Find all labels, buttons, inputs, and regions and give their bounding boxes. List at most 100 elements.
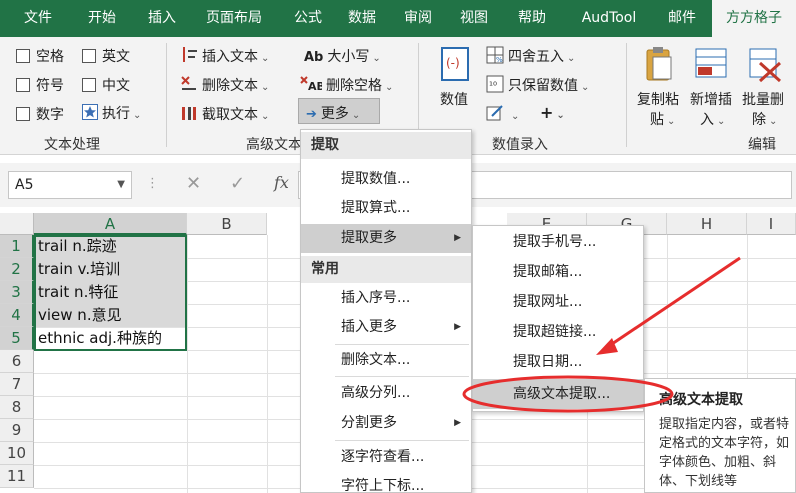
- tab-review[interactable]: 审阅: [390, 0, 446, 37]
- tab-formulas[interactable]: 公式: [280, 0, 336, 37]
- keep-value-icon: ¹⁰: [486, 75, 504, 97]
- delete-text-icon: [180, 75, 198, 97]
- drag-handle-icon[interactable]: ⋮: [146, 176, 159, 191]
- row-header-11[interactable]: 11: [0, 465, 34, 488]
- copy-paste-button[interactable]: [644, 45, 674, 87]
- tab-home[interactable]: 开始: [74, 0, 130, 37]
- row-header-4[interactable]: 4: [0, 304, 34, 327]
- row-header-3[interactable]: 3: [0, 281, 34, 304]
- row-header-1[interactable]: 1: [0, 235, 34, 258]
- delete-space-label: 删除空格: [326, 78, 382, 94]
- plus-button[interactable]: + ⌄: [540, 103, 565, 122]
- tab-page-layout[interactable]: 页面布局: [192, 0, 276, 37]
- dropdown-arrow-icon[interactable]: ▼: [117, 172, 125, 198]
- tab-data[interactable]: 数据: [334, 0, 390, 37]
- tab-audtool[interactable]: AudTool: [566, 0, 652, 37]
- check-icon[interactable]: ✓: [230, 173, 245, 194]
- chevron-down-icon: ⌄: [351, 110, 361, 121]
- star-icon: [82, 104, 98, 124]
- chinese-checkbox[interactable]: [82, 78, 96, 92]
- plus-label: +: [540, 103, 554, 122]
- column-header-h[interactable]: H: [667, 213, 747, 235]
- insert-text-button[interactable]: 插入文本 ⌄: [180, 46, 269, 68]
- insert-function-button[interactable]: fx: [274, 173, 289, 192]
- cut-text-button[interactable]: 截取文本 ⌄: [180, 104, 269, 126]
- new-insert-button[interactable]: [694, 45, 730, 87]
- column-header-b[interactable]: B: [187, 213, 267, 235]
- delete-text-label: 删除文本: [202, 78, 258, 94]
- insert-row-icon: [695, 48, 727, 78]
- batch-delete-icon: [749, 48, 782, 83]
- space-label: 空格: [36, 49, 64, 65]
- column-header-i[interactable]: I: [747, 213, 796, 235]
- submenu-item-extract-url[interactable]: 提取网址...: [473, 287, 643, 317]
- submenu-item-extract-date[interactable]: 提取日期...: [473, 347, 643, 377]
- menu-item-char-view[interactable]: 逐字符查看...: [301, 443, 471, 472]
- menu-section-extract: 提取: [301, 132, 471, 159]
- row-header-10[interactable]: 10: [0, 442, 34, 465]
- ribbon-tab-bar: 文件 开始 插入 页面布局 公式 数据 审阅 视图 帮助 AudTool 邮件 …: [0, 0, 796, 38]
- menu-item-split-more[interactable]: 分割更多 ▶: [301, 409, 471, 438]
- english-checkbox[interactable]: [82, 49, 96, 63]
- tab-file[interactable]: 文件: [10, 0, 66, 37]
- symbol-checkbox[interactable]: [16, 78, 30, 92]
- batch-delete-label-2: 除 ⌄: [752, 109, 777, 129]
- keep-value-button[interactable]: ¹⁰ 只保留数值 ⌄: [486, 75, 589, 97]
- tab-view[interactable]: 视图: [446, 0, 502, 37]
- case-button[interactable]: Ab 大小写 ⌄: [304, 46, 381, 66]
- chevron-down-icon: ⌄: [717, 116, 726, 127]
- tab-help[interactable]: 帮助: [502, 0, 562, 37]
- adv-group-label: 高级文本: [246, 137, 302, 153]
- menu-item-insert-more[interactable]: 插入更多 ▶: [301, 313, 471, 342]
- menu-item-char-sub[interactable]: 字符上下标...: [301, 472, 471, 493]
- number-checkbox[interactable]: [16, 107, 30, 121]
- case-label: 大小写: [327, 49, 370, 65]
- tab-fangfang[interactable]: 方方格子: [712, 0, 796, 38]
- cancel-x-icon[interactable]: ✕: [186, 173, 201, 194]
- menu-item-extract-formula[interactable]: 提取算式...: [301, 194, 471, 223]
- split-more-label: 分割更多: [341, 415, 397, 431]
- name-box[interactable]: A5 ▼: [8, 171, 132, 199]
- round-button[interactable]: % 四舍五入 ⌄: [486, 46, 575, 68]
- row-header-9[interactable]: 9: [0, 419, 34, 442]
- insert-more-label: 插入更多: [341, 319, 397, 335]
- chinese-label: 中文: [102, 78, 130, 94]
- row-header-7[interactable]: 7: [0, 373, 34, 396]
- chevron-down-icon: ⌄: [372, 53, 381, 64]
- row-header-2[interactable]: 2: [0, 258, 34, 281]
- tooltip: 高级文本提取 提取指定内容，或者特定格式的文本字符，如字体颜色、加粗、斜体、下划…: [644, 378, 796, 493]
- column-header-a[interactable]: A: [34, 213, 187, 235]
- delete-text-button[interactable]: 删除文本 ⌄: [180, 75, 269, 97]
- chevron-down-icon: ⌄: [133, 110, 142, 121]
- submenu-item-extract-hyperlink[interactable]: 提取超链接...: [473, 317, 643, 347]
- delete-space-button[interactable]: AB 删除空格 ⌄: [300, 75, 393, 96]
- execute-button[interactable]: 执行 ⌄: [82, 103, 141, 124]
- menu-item-extract-value[interactable]: 提取数值...: [301, 165, 471, 194]
- menu-item-adv-split[interactable]: 高级分列...: [301, 379, 471, 408]
- menu-item-delete-text[interactable]: 删除文本...: [301, 346, 471, 375]
- chevron-down-icon: ⌄: [567, 53, 576, 64]
- menu-item-insert-serial[interactable]: 插入序号...: [301, 284, 471, 313]
- tab-mail[interactable]: 邮件: [654, 0, 710, 37]
- submenu-item-extract-email[interactable]: 提取邮箱...: [473, 257, 643, 287]
- select-all-corner[interactable]: [0, 213, 34, 235]
- grid-line: [187, 235, 188, 493]
- more-button-content[interactable]: ➔ 更多 ⌄: [306, 103, 360, 123]
- submenu-item-extract-phone[interactable]: 提取手机号...: [473, 227, 643, 257]
- submenu-item-adv-text-extract[interactable]: 高级文本提取...: [473, 379, 643, 409]
- value-icon: (-): [441, 47, 469, 81]
- more-label: 更多: [320, 106, 349, 122]
- space-checkbox[interactable]: [16, 49, 30, 63]
- tab-insert[interactable]: 插入: [134, 0, 190, 37]
- row-header-6[interactable]: 6: [0, 350, 34, 373]
- symbol-label: 符号: [36, 78, 64, 94]
- insert-text-icon: [180, 46, 198, 68]
- row-header-8[interactable]: 8: [0, 396, 34, 419]
- menu-item-extract-more[interactable]: 提取更多 ▶: [301, 224, 471, 253]
- fill-button[interactable]: ⌄: [486, 104, 519, 126]
- edit-group-label: 编辑: [748, 137, 776, 153]
- chevron-down-icon: ⌄: [261, 111, 270, 122]
- row-header-5[interactable]: 5: [0, 327, 34, 350]
- value-button[interactable]: (-): [440, 45, 474, 87]
- batch-delete-button[interactable]: [748, 45, 784, 87]
